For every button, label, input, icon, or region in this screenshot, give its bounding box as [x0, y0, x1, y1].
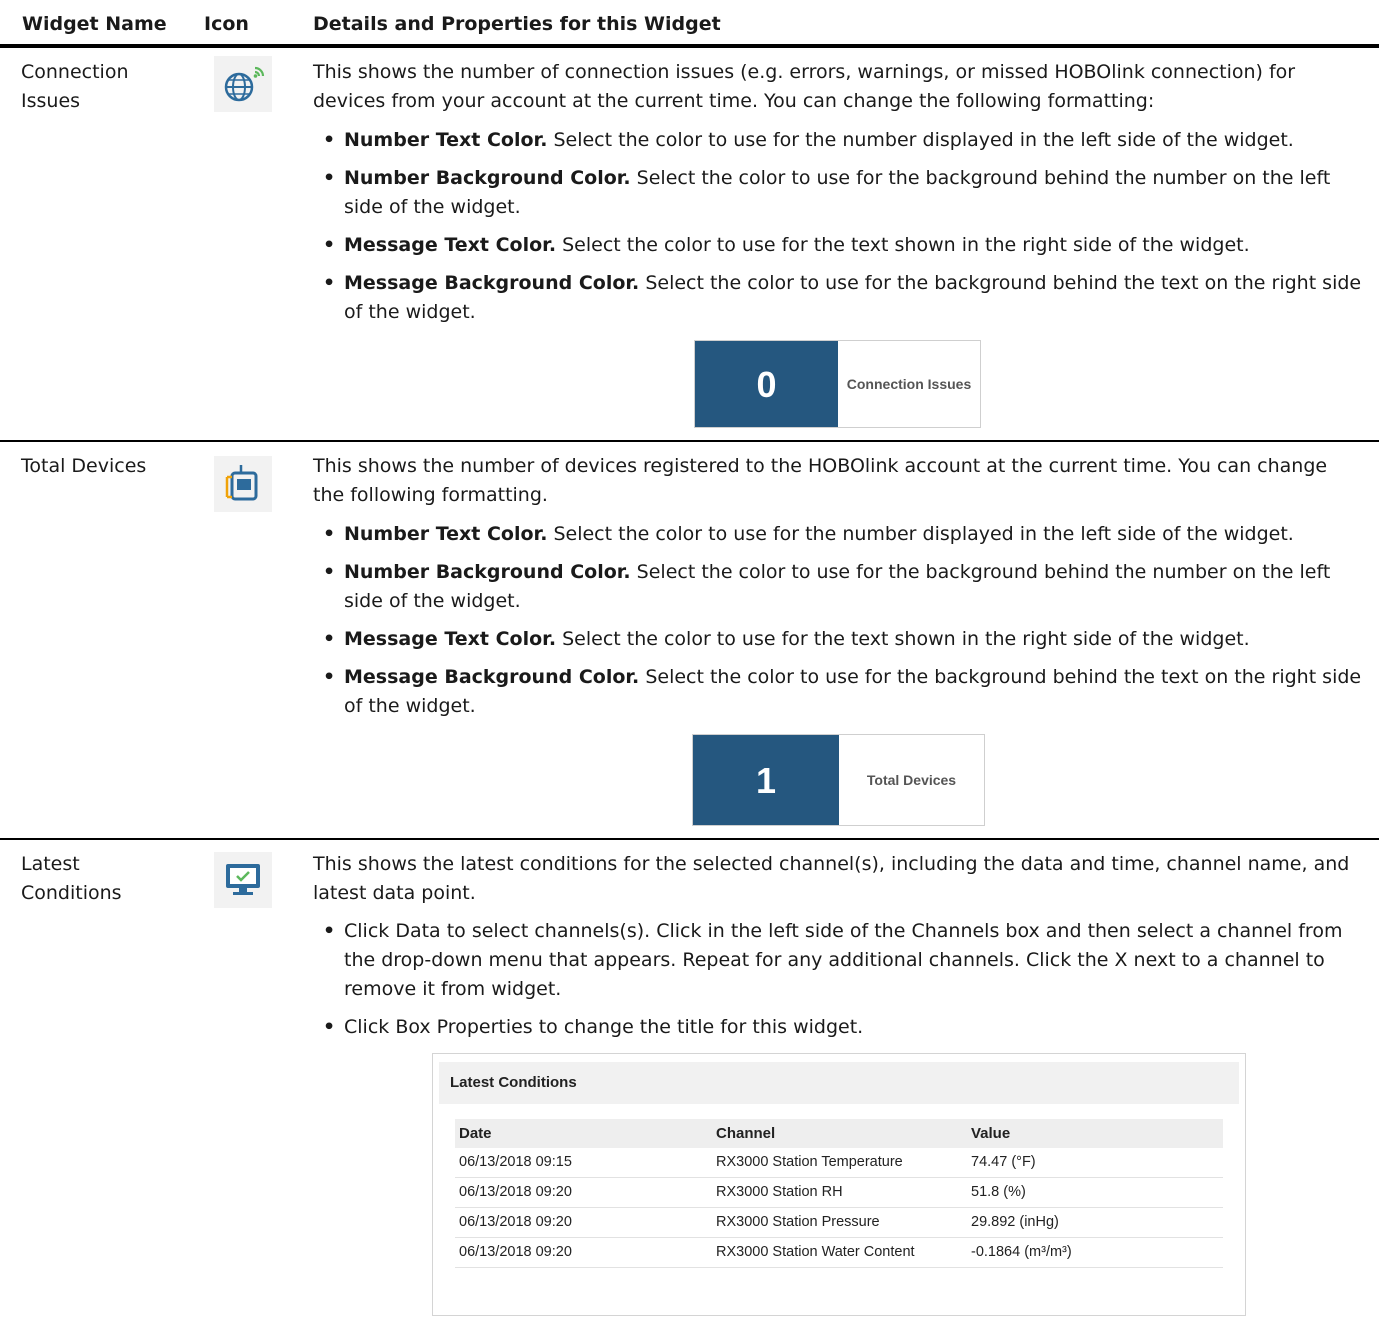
list-item: Message Background Color. Select the col… [313, 269, 1363, 327]
intro-total-devices: This shows the number of devices registe… [313, 455, 1328, 506]
widget-title: Latest Conditions [439, 1062, 1239, 1104]
list-item: Number Text Color. Select the color to u… [313, 126, 1363, 155]
list-item: Click Box Properties to change the title… [313, 1013, 1363, 1042]
globe-signal-icon [214, 56, 272, 112]
list-item: Number Background Color. Select the colo… [313, 164, 1363, 222]
cell-value: 51.8 (%) [967, 1177, 1223, 1208]
cell-value: 74.47 (°F) [967, 1148, 1223, 1178]
intro-latest-conditions: This shows the latest conditions for the… [313, 853, 1350, 904]
row-divider [0, 838, 1379, 840]
cell-date: 06/13/2018 09:20 [455, 1177, 712, 1208]
column-header-value: Value [967, 1119, 1223, 1148]
table-header-row: Date Channel Value [455, 1119, 1223, 1148]
header-widget-name: Widget Name [22, 13, 167, 35]
table-row: 06/13/2018 09:15 RX3000 Station Temperat… [455, 1148, 1223, 1178]
list-item: Message Text Color. Select the color to … [313, 625, 1363, 654]
list-item: Message Text Color. Select the color to … [313, 231, 1363, 260]
total-devices-widget-preview: 1 Total Devices [692, 734, 985, 826]
props-list-latest-conditions: Click Data to select channels(s). Click … [313, 917, 1363, 1051]
widget-message: Connection Issues [846, 376, 972, 392]
widget-name-total-devices: Total Devices [21, 455, 147, 477]
list-item: Number Text Color. Select the color to u… [313, 520, 1363, 549]
widget-message: Total Devices [866, 772, 957, 788]
widget-name-latest-conditions: Latest Conditions [21, 853, 122, 904]
cell-date: 06/13/2018 09:20 [455, 1207, 712, 1238]
cell-channel: RX3000 Station RH [712, 1177, 967, 1208]
header-details: Details and Properties for this Widget [313, 13, 721, 35]
cell-channel: RX3000 Station Pressure [712, 1207, 967, 1238]
table-row: 06/13/2018 09:20 RX3000 Station RH 51.8 … [455, 1177, 1223, 1208]
header-icon: Icon [204, 13, 249, 35]
list-item: Number Background Color. Select the colo… [313, 558, 1363, 616]
conditions-table: Date Channel Value 06/13/2018 09:15 RX30… [455, 1119, 1223, 1268]
connection-issues-widget-preview: 0 Connection Issues [694, 340, 981, 428]
props-list-connection-issues: Number Text Color. Select the color to u… [313, 126, 1363, 336]
table-header: Widget Name Icon Details and Properties … [0, 0, 1379, 48]
intro-connection-issues: This shows the number of connection issu… [313, 61, 1296, 112]
table-row: 06/13/2018 09:20 RX3000 Station Pressure… [455, 1207, 1223, 1238]
cell-value: -0.1864 (m³/m³) [967, 1237, 1223, 1268]
widget-number: 1 [693, 735, 839, 825]
latest-conditions-widget-preview: Latest Conditions Date Channel Value 06/… [432, 1053, 1246, 1316]
device-icon [214, 456, 272, 512]
widget-number: 0 [695, 341, 838, 427]
row-divider [0, 440, 1379, 442]
widget-name-connection-issues: Connection Issues [21, 61, 129, 112]
monitor-check-icon [214, 852, 272, 908]
column-header-date: Date [455, 1119, 712, 1148]
cell-date: 06/13/2018 09:20 [455, 1237, 712, 1268]
props-list-total-devices: Number Text Color. Select the color to u… [313, 520, 1363, 730]
list-item: Message Background Color. Select the col… [313, 663, 1363, 721]
cell-channel: RX3000 Station Temperature [712, 1148, 967, 1178]
column-header-channel: Channel [712, 1119, 967, 1148]
cell-date: 06/13/2018 09:15 [455, 1148, 712, 1178]
cell-value: 29.892 (inHg) [967, 1207, 1223, 1238]
table-row: 06/13/2018 09:20 RX3000 Station Water Co… [455, 1237, 1223, 1268]
list-item: Click Data to select channels(s). Click … [313, 917, 1363, 1004]
cell-channel: RX3000 Station Water Content [712, 1237, 967, 1268]
